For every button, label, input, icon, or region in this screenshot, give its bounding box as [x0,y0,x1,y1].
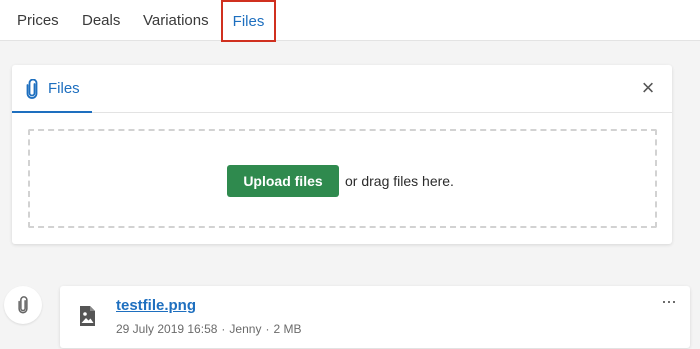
paperclip-icon [18,296,28,314]
file-name-link[interactable]: testfile.png [116,297,196,314]
meta-separator: · [221,322,226,336]
panel-tab-label: Files [48,80,80,97]
panel-tab-files[interactable]: Files [12,65,92,113]
record-tabs: Prices Deals Variations Files [0,0,700,42]
files-upload-panel: Files × Upload files or drag files here. [12,65,672,244]
file-author: Jenny [229,322,262,336]
file-dropzone[interactable]: Upload files or drag files here. [28,129,657,228]
file-size: 2 MB [273,322,302,336]
upload-files-button[interactable]: Upload files [227,165,339,197]
panel-header: Files × [12,65,672,113]
meta-separator: · [265,322,270,336]
file-list-item: testfile.png 29 July 2019 16:58 · Jenny · 2 … [60,286,690,348]
tab-deals[interactable]: Deals [82,0,120,41]
file-date: 29 July 2019 16:58 [116,322,218,336]
close-icon[interactable]: × [638,77,658,99]
more-options-icon[interactable]: ··· [661,292,677,310]
tab-prices[interactable]: Prices [17,0,59,41]
tab-files[interactable]: Files [221,0,276,42]
drag-files-hint: or drag files here. [345,173,454,189]
tab-variations[interactable]: Variations [143,0,209,41]
file-meta: 29 July 2019 16:58 · Jenny · 2 MB [116,322,301,336]
attachment-marker [4,286,42,324]
image-file-icon [80,306,95,326]
paperclip-icon [26,79,38,99]
